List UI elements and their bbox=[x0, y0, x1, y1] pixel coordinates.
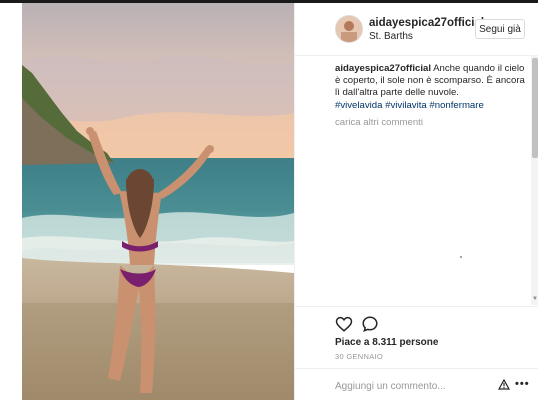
post-location[interactable]: St. Barths bbox=[369, 31, 413, 42]
comments-scrollbar-thumb[interactable] bbox=[532, 58, 538, 158]
caption-username[interactable]: aidayespica27official bbox=[335, 63, 431, 74]
hashtag-vivilavita[interactable]: #vivilavita bbox=[385, 100, 427, 111]
scroll-down-arrow-icon[interactable]: ▼ bbox=[531, 295, 538, 303]
post-side-panel: aidayespica27official St. Barths Segui g… bbox=[294, 3, 538, 400]
actions-divider bbox=[295, 306, 538, 308]
hashtag-nonfermare[interactable]: #nonfermare bbox=[429, 100, 483, 111]
post-photo[interactable] bbox=[22, 3, 294, 400]
alert-bell-icon[interactable] bbox=[498, 379, 510, 391]
post-caption: aidayespica27official Anche quando il ci… bbox=[335, 63, 527, 112]
likes-count[interactable]: Piace a 8.311 persone bbox=[335, 337, 438, 348]
post-date: 30 GENNAIO bbox=[335, 352, 384, 361]
post-username[interactable]: aidayespica27official bbox=[369, 17, 484, 29]
post-header: aidayespica27official St. Barths Segui g… bbox=[295, 3, 538, 56]
avatar-image bbox=[336, 16, 362, 42]
heart-icon[interactable] bbox=[335, 315, 353, 333]
comment-box: ••• bbox=[295, 368, 538, 401]
comment-icon[interactable] bbox=[361, 315, 379, 333]
load-more-comments-link[interactable]: carica altri commenti bbox=[335, 117, 423, 128]
add-comment-input[interactable] bbox=[335, 378, 475, 394]
more-options-button[interactable]: ••• bbox=[515, 378, 530, 390]
hashtag-vivelavida[interactable]: #vivelavida bbox=[335, 100, 382, 111]
following-button[interactable]: Segui già bbox=[475, 19, 525, 39]
stray-dot bbox=[460, 256, 462, 258]
avatar[interactable] bbox=[335, 15, 363, 43]
beach-photo-image bbox=[22, 3, 294, 400]
